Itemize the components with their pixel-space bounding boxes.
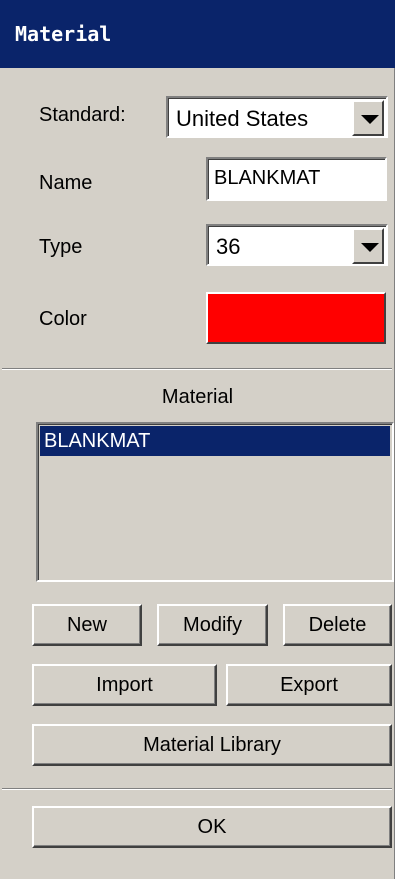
window-title: Material bbox=[15, 22, 112, 46]
type-dropdown[interactable]: 36 bbox=[206, 224, 388, 266]
chevron-down-icon bbox=[361, 115, 379, 124]
separator bbox=[2, 368, 392, 370]
name-value: BLANKMAT bbox=[214, 167, 321, 189]
material-list[interactable]: BLANKMAT bbox=[36, 422, 394, 582]
import-button[interactable]: Import bbox=[32, 664, 217, 706]
title-bar[interactable]: Material bbox=[0, 0, 395, 68]
modify-button[interactable]: Modify bbox=[157, 604, 268, 646]
material-library-button[interactable]: Material Library bbox=[32, 724, 392, 766]
standard-dropdown[interactable]: United States bbox=[166, 96, 388, 138]
chevron-down-icon bbox=[361, 243, 379, 252]
new-button[interactable]: New bbox=[32, 604, 142, 646]
name-field[interactable]: BLANKMAT bbox=[206, 157, 387, 201]
type-value: 36 bbox=[216, 234, 241, 259]
type-label: Type bbox=[39, 236, 83, 258]
standard-dropdown-button[interactable] bbox=[352, 100, 384, 136]
standard-label: Standard: bbox=[39, 104, 126, 126]
material-list-heading: Material bbox=[161, 386, 234, 408]
material-dialog: Material Standard: United States Name BL… bbox=[0, 0, 395, 879]
list-item-blankmat[interactable]: BLANKMAT bbox=[40, 426, 390, 456]
standard-value: United States bbox=[176, 106, 309, 131]
export-button[interactable]: Export bbox=[226, 664, 392, 706]
type-dropdown-button[interactable] bbox=[352, 228, 384, 264]
delete-button[interactable]: Delete bbox=[283, 604, 392, 646]
separator bbox=[2, 788, 392, 790]
color-swatch-button[interactable] bbox=[206, 292, 386, 344]
name-label: Name bbox=[39, 172, 93, 194]
ok-button[interactable]: OK bbox=[32, 806, 392, 848]
color-label: Color bbox=[39, 308, 87, 330]
